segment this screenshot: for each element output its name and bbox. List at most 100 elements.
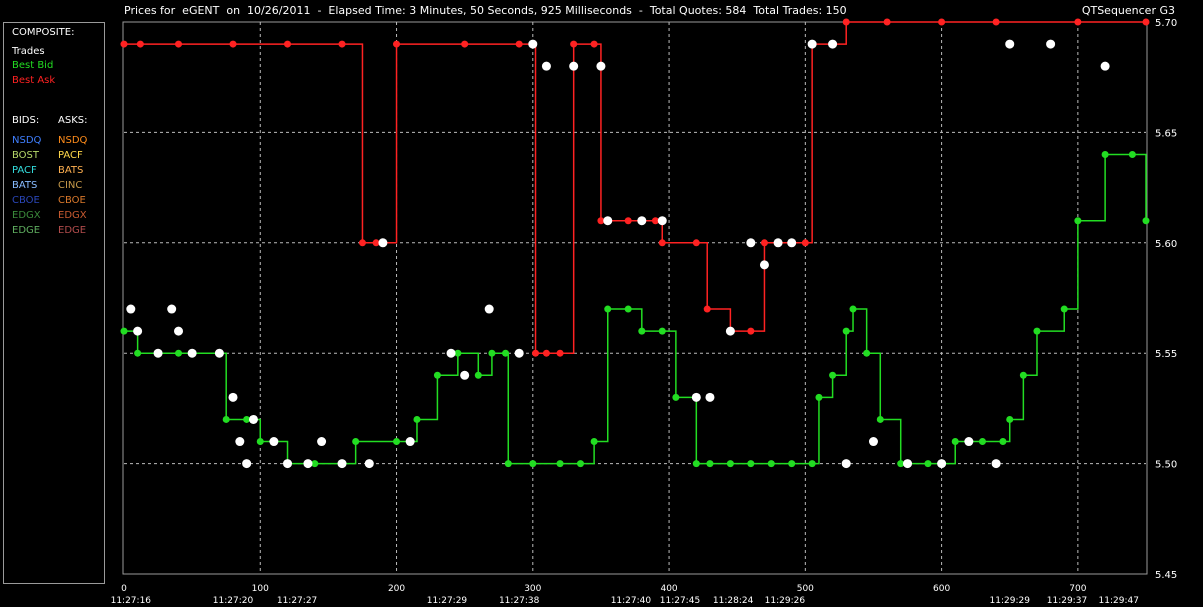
y-tick-label: 5.70 bbox=[1155, 18, 1177, 29]
time-label: 11:27:38 bbox=[499, 596, 540, 606]
trade-point bbox=[773, 238, 783, 248]
series-point-best-ask bbox=[692, 239, 700, 247]
x-tick-label: 300 bbox=[524, 584, 541, 594]
trade-point bbox=[596, 61, 606, 71]
series-line-best-bid bbox=[124, 153, 1147, 465]
trade-point bbox=[868, 437, 878, 447]
series-point-best-ask bbox=[801, 239, 809, 247]
series-line-best-ask bbox=[124, 21, 1146, 354]
series-point-best-bid bbox=[134, 349, 142, 357]
trade-point bbox=[991, 459, 1001, 469]
series-point-best-ask bbox=[120, 40, 128, 48]
series-point-best-bid bbox=[658, 327, 666, 335]
trade-point bbox=[174, 326, 184, 336]
trade-point bbox=[364, 459, 374, 469]
trade-point bbox=[603, 216, 613, 226]
trade-point bbox=[405, 437, 415, 447]
trade-point bbox=[541, 61, 551, 71]
x-tick-label: 400 bbox=[660, 584, 677, 594]
series-point-best-ask bbox=[624, 217, 632, 225]
series-point-best-bid bbox=[576, 460, 584, 468]
series-point-best-ask bbox=[136, 40, 144, 48]
series-point-best-bid bbox=[1128, 150, 1136, 158]
y-tick-label: 5.45 bbox=[1155, 570, 1177, 581]
series-point-best-bid bbox=[604, 305, 612, 313]
series-point-best-bid bbox=[706, 460, 714, 468]
series-point-best-ask bbox=[556, 349, 564, 357]
trade-point bbox=[167, 304, 177, 314]
series-point-best-ask bbox=[532, 349, 540, 357]
series-point-best-ask bbox=[542, 349, 550, 357]
series-point-best-bid bbox=[120, 327, 128, 335]
series-point-best-ask bbox=[358, 239, 366, 247]
series-point-best-ask bbox=[393, 40, 401, 48]
series-point-best-bid bbox=[413, 415, 421, 423]
trade-point bbox=[841, 459, 851, 469]
series-point-best-ask bbox=[883, 18, 891, 26]
plot-frame bbox=[122, 21, 1148, 575]
trade-point bbox=[964, 437, 974, 447]
series-point-best-bid bbox=[1142, 217, 1150, 225]
trade-point bbox=[303, 459, 313, 469]
series-point-best-ask bbox=[747, 327, 755, 335]
series-point-best-bid bbox=[624, 305, 632, 313]
trade-point bbox=[337, 459, 347, 469]
axis-layer: 5.45 5.50 5.55 5.60 5.65 5.70 0 100 200 300 400 500… bbox=[111, 18, 1178, 606]
series-point-best-bid bbox=[529, 460, 537, 468]
trade-point bbox=[1005, 39, 1015, 49]
series-point-best-ask bbox=[515, 40, 523, 48]
y-tick-label: 5.55 bbox=[1155, 349, 1177, 360]
series-point-best-bid bbox=[502, 349, 510, 357]
series-point-best-bid bbox=[1033, 327, 1041, 335]
series-point-best-ask bbox=[1142, 18, 1150, 26]
x-tick-label: 500 bbox=[797, 584, 814, 594]
series-point-best-ask bbox=[229, 40, 237, 48]
trade-point bbox=[937, 459, 947, 469]
trade-point bbox=[725, 326, 735, 336]
series-point-best-bid bbox=[352, 438, 360, 446]
series-point-best-ask bbox=[992, 18, 1000, 26]
trade-point bbox=[828, 39, 838, 49]
series-point-best-bid bbox=[692, 460, 700, 468]
trade-point bbox=[248, 414, 258, 424]
trade-point bbox=[242, 459, 252, 469]
price-chart: 5.45 5.50 5.55 5.60 5.65 5.70 0 100 200 300 400 500… bbox=[111, 18, 1178, 606]
time-label: 11:27:45 bbox=[660, 596, 700, 606]
series-point-best-bid bbox=[999, 438, 1007, 446]
time-label: 11:28:24 bbox=[713, 596, 754, 606]
series-point-best-bid bbox=[747, 460, 755, 468]
series-point-best-bid bbox=[978, 438, 986, 446]
series-point-best-ask bbox=[284, 40, 292, 48]
series-point-best-bid bbox=[638, 327, 646, 335]
time-label: 11:27:40 bbox=[611, 596, 652, 606]
series-point-best-bid bbox=[175, 349, 183, 357]
y-tick-label: 5.50 bbox=[1155, 460, 1177, 471]
series-point-best-bid bbox=[672, 393, 680, 401]
series-point-best-ask bbox=[658, 239, 666, 247]
trade-point bbox=[746, 238, 756, 248]
y-tick-label: 5.60 bbox=[1155, 239, 1177, 250]
trade-point bbox=[514, 348, 524, 358]
time-label: 11:29:47 bbox=[1099, 596, 1139, 606]
series-point-best-bid bbox=[393, 438, 401, 446]
trade-point bbox=[126, 304, 136, 314]
series-point-best-bid bbox=[504, 460, 512, 468]
trade-point bbox=[705, 392, 715, 402]
series-point-best-bid bbox=[815, 393, 823, 401]
series-point-best-bid bbox=[1074, 217, 1082, 225]
series-point-best-bid bbox=[863, 349, 871, 357]
series-point-best-bid bbox=[924, 460, 932, 468]
trade-point bbox=[1100, 61, 1110, 71]
trade-point bbox=[691, 392, 701, 402]
series-point-best-bid bbox=[222, 415, 230, 423]
series-point-best-bid bbox=[849, 305, 857, 313]
x-tick-label: 0 bbox=[121, 584, 127, 594]
trade-point bbox=[133, 326, 143, 336]
series-point-best-ask bbox=[570, 40, 578, 48]
series-point-best-ask bbox=[842, 18, 850, 26]
series-point-best-bid bbox=[1006, 415, 1014, 423]
series-point-best-bid bbox=[590, 438, 598, 446]
series-point-best-bid bbox=[788, 460, 796, 468]
x-tick-label: 200 bbox=[388, 584, 405, 594]
series-point-best-bid bbox=[433, 371, 441, 379]
